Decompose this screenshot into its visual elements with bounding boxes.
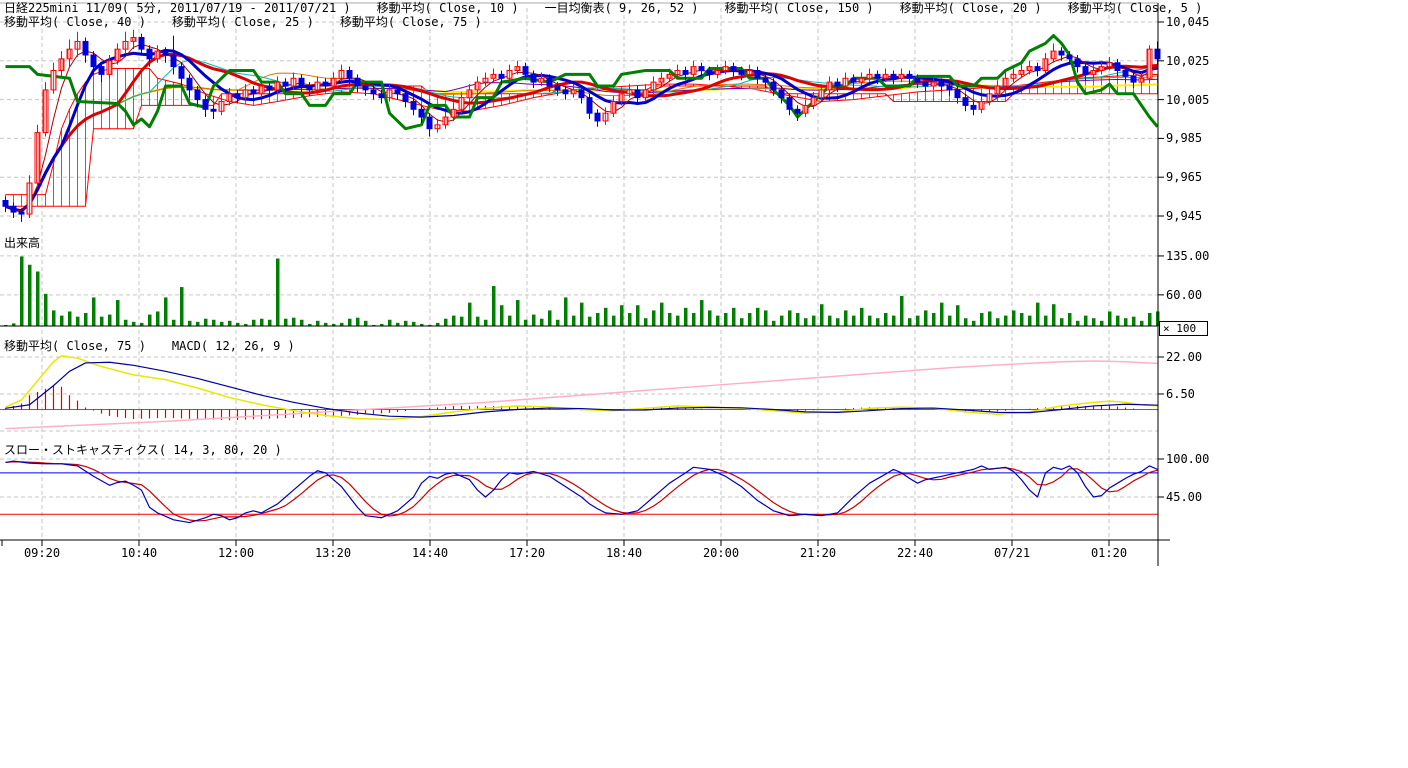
time-axis-tick-label: 22:40 xyxy=(897,547,933,560)
volume-pane-label: 出来高 xyxy=(4,237,40,250)
candlestick-series xyxy=(3,30,1160,222)
macd-axis-tick-label: 6.50 xyxy=(1166,388,1195,401)
volume-axis-tick-label: 60.00 xyxy=(1166,289,1202,302)
moving-average-lines xyxy=(6,36,1158,211)
header-indicator-label-1: 移動平均( Close, 10 ) xyxy=(377,2,519,15)
macd-axis-tick-label: 22.00 xyxy=(1166,351,1202,364)
time-axis-tick-label: 01:20 xyxy=(1091,547,1127,560)
stochastics-pane xyxy=(0,461,1158,522)
time-axis-tick-label: 12:00 xyxy=(218,547,254,560)
price-axis-tick-label: 9,945 xyxy=(1166,210,1202,223)
macd-pane xyxy=(0,356,1158,429)
time-axis-tick-label: 20:00 xyxy=(703,547,739,560)
time-axis-tick-label: 18:40 xyxy=(606,547,642,560)
time-axis-tick-label: 10:40 xyxy=(121,547,157,560)
header-indicator-label-2: 一目均衡表( 9, 26, 52 ) xyxy=(545,2,699,15)
header-indicator-label-5: 移動平均( Close, 5 ) xyxy=(1068,2,1203,15)
header-indicator-label2-2: 移動平均( Close, 75 ) xyxy=(340,16,482,29)
header-indicator-label2-0: 移動平均( Close, 40 ) xyxy=(4,16,146,29)
macd-pane-label-1: MACD( 12, 26, 9 ) xyxy=(172,340,295,353)
stoch-axis-tick-label: 45.00 xyxy=(1166,491,1202,504)
time-axis-tick-label: 09:20 xyxy=(24,547,60,560)
macd-pane-label-row: 移動平均( Close, 75 ) MACD( 12, 26, 9 ) xyxy=(4,340,295,353)
chart-application-window: 日経225mini 11/09( 5分, 2011/07/19 - 2011/0… xyxy=(0,0,1408,768)
price-axis-tick-label: 9,985 xyxy=(1166,132,1202,145)
volume-axis-tick-label: 135.00 xyxy=(1166,250,1209,263)
price-axis-tick-label: 10,025 xyxy=(1166,55,1209,68)
price-axis-tick-label: 10,045 xyxy=(1166,16,1209,29)
volume-multiplier-badge: × 100 xyxy=(1159,321,1208,336)
macd-pane-label-0: 移動平均( Close, 75 ) xyxy=(4,340,146,353)
stoch-axis-tick-label: 100.00 xyxy=(1166,453,1209,466)
header-indicator-label-4: 移動平均( Close, 20 ) xyxy=(900,2,1042,15)
price-axis-tick-label: 9,965 xyxy=(1166,171,1202,184)
chart-canvas[interactable] xyxy=(0,0,1408,768)
header-indicator-label-3: 移動平均( Close, 150 ) xyxy=(725,2,874,15)
price-axis-tick-label: 10,005 xyxy=(1166,94,1209,107)
time-axis-tick-label: 21:20 xyxy=(800,547,836,560)
time-axis-tick-label: 14:40 xyxy=(412,547,448,560)
time-axis-tick-label: 07/21 xyxy=(994,547,1030,560)
time-axis-tick-label: 17:20 xyxy=(509,547,545,560)
time-axis-tick-label: 13:20 xyxy=(315,547,351,560)
indicator-header-row-2: 移動平均( Close, 40 ) 移動平均( Close, 25 ) 移動平均( … xyxy=(4,16,482,29)
header-indicator-label-0: 日経225mini 11/09( 5分, 2011/07/19 - 2011/0… xyxy=(4,2,351,15)
header-indicator-label2-1: 移動平均( Close, 25 ) xyxy=(172,16,314,29)
volume-pane xyxy=(4,256,1160,326)
stochastics-pane-label: スロー・ストキャスティクス( 14, 3, 80, 20 ) xyxy=(4,444,282,457)
indicator-header-row-1: 日経225mini 11/09( 5分, 2011/07/19 - 2011/0… xyxy=(4,2,1202,15)
